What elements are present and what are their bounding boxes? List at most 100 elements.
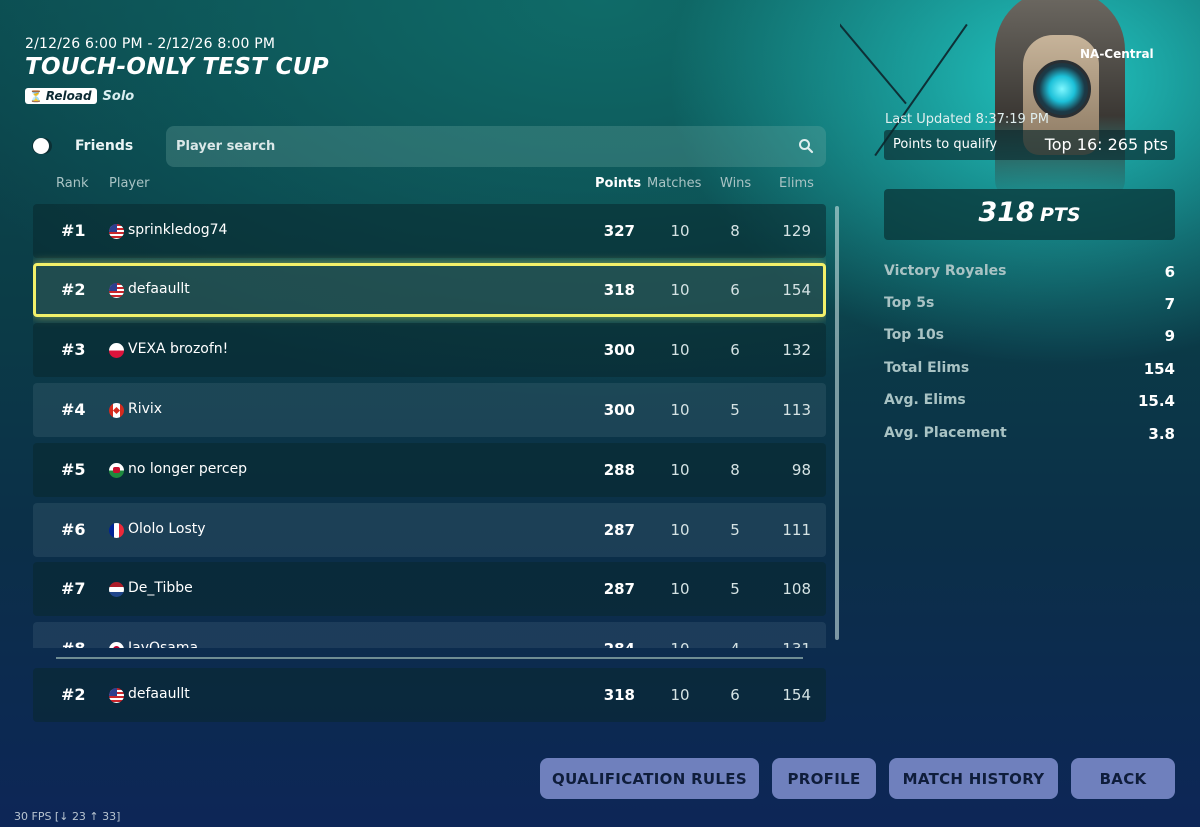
- row-elims: 132: [782, 341, 811, 359]
- flag-fr-icon: [109, 523, 124, 538]
- team-size-label: Solo: [102, 88, 135, 104]
- row-matches: 10: [670, 686, 690, 704]
- character-mask-icon: [1033, 60, 1091, 118]
- stat-avg-elims: Avg. Elims 15.4: [884, 392, 1175, 414]
- friends-label: Friends: [75, 138, 134, 154]
- stat-top-5s: Top 5s 7: [884, 295, 1175, 317]
- row-rank: #7: [61, 579, 86, 598]
- stat-value: 7: [1164, 295, 1175, 313]
- character-art: [840, 0, 1200, 190]
- row-elims: 154: [782, 686, 811, 704]
- total-points-box: 318 PTS: [884, 189, 1175, 240]
- qualify-value: Top 16: 265 pts: [1044, 135, 1168, 154]
- flag-wales-icon: [109, 463, 124, 478]
- search-input[interactable]: [176, 126, 776, 167]
- row-points: 300: [603, 401, 635, 419]
- row-rank: #1: [61, 221, 86, 240]
- mode-badge: ⏳ Reload: [25, 88, 97, 104]
- row-player-name: VEXA brozofn!: [128, 341, 229, 357]
- row-wins: 5: [730, 521, 740, 539]
- region-label: NA-Central: [1080, 47, 1154, 61]
- row-points: 287: [603, 580, 635, 598]
- row-player-name: defaaullt: [128, 281, 190, 297]
- row-points: 327: [603, 222, 635, 240]
- mode-badge-label: Reload: [45, 89, 92, 103]
- event-date-range: 2/12/26 6:00 PM - 2/12/26 8:00 PM: [25, 36, 276, 52]
- row-elims: 154: [782, 281, 811, 299]
- flag-ca-icon: [109, 403, 124, 418]
- player-search[interactable]: [166, 126, 826, 167]
- leaderboard-row[interactable]: #8 JayOsama 284 10 4 131: [33, 622, 826, 648]
- row-player-name: Rivix: [128, 401, 163, 417]
- row-wins: 5: [730, 401, 740, 419]
- row-points: 318: [603, 686, 635, 704]
- row-wins: 8: [730, 461, 740, 479]
- last-updated: Last Updated 8:37:19 PM: [885, 112, 1049, 127]
- leaderboard-row[interactable]: #3 VEXA brozofn! 300 10 6 132: [33, 323, 826, 377]
- column-header-points[interactable]: Points: [595, 176, 641, 191]
- column-header-matches[interactable]: Matches: [647, 176, 701, 191]
- stat-label: Avg. Placement: [884, 425, 1007, 441]
- match-history-button[interactable]: MATCH HISTORY: [889, 758, 1058, 799]
- row-player-name: JayOsama: [128, 640, 199, 648]
- self-leaderboard-row[interactable]: #2 defaaullt 318 10 6 154: [33, 668, 826, 722]
- flag-nl-icon: [109, 582, 124, 597]
- leaderboard-row[interactable]: #6 Ololo Losty 287 10 5 111: [33, 503, 826, 557]
- stat-label: Avg. Elims: [884, 392, 966, 408]
- leaderboard-row-selected[interactable]: #2 defaaullt 318 10 6 154: [33, 263, 826, 317]
- stat-avg-placement: Avg. Placement 3.8: [884, 425, 1175, 447]
- row-matches: 10: [670, 461, 690, 479]
- friends-toggle[interactable]: [32, 138, 52, 154]
- row-matches: 10: [660, 640, 700, 648]
- row-matches: 10: [670, 401, 690, 419]
- qualification-rules-button[interactable]: QUALIFICATION RULES: [540, 758, 759, 799]
- leaderboard-row[interactable]: #5 no longer percep 288 10 8 98: [33, 443, 826, 497]
- row-points: 284: [593, 640, 635, 648]
- flag-us-icon: [109, 283, 124, 298]
- row-rank: #5: [61, 460, 86, 479]
- back-button[interactable]: BACK: [1071, 758, 1175, 799]
- row-player-name: Ololo Losty: [128, 521, 206, 537]
- total-points-value: 318: [978, 197, 1035, 228]
- column-header-player: Player: [109, 176, 150, 191]
- row-points: 300: [603, 341, 635, 359]
- flag-pl-icon: [109, 343, 124, 358]
- stat-label: Victory Royales: [884, 263, 1007, 279]
- search-icon[interactable]: [798, 138, 814, 154]
- self-row-container: #2 defaaullt 318 10 6 154: [33, 668, 826, 722]
- row-points: 288: [603, 461, 635, 479]
- row-wins: 8: [730, 222, 740, 240]
- leaderboard-row[interactable]: #1 sprinkledog74 327 10 8 129: [33, 204, 826, 258]
- row-elims: 111: [782, 521, 811, 539]
- row-rank: #3: [61, 340, 86, 359]
- column-header-elims[interactable]: Elims: [779, 176, 814, 191]
- row-elims: 108: [782, 580, 811, 598]
- row-player-name: defaaullt: [128, 686, 190, 702]
- row-wins: 4: [720, 640, 750, 648]
- row-wins: 6: [730, 281, 740, 299]
- divider: [56, 657, 803, 659]
- flag-jp-icon: [109, 642, 124, 648]
- row-elims: 98: [791, 461, 811, 479]
- scrollbar-thumb[interactable]: [835, 206, 839, 640]
- qualify-label: Points to qualify: [893, 137, 998, 152]
- row-wins: 6: [730, 686, 740, 704]
- leaderboard-row[interactable]: #7 De_Tibbe 287 10 5 108: [33, 562, 826, 616]
- fps-counter: 30 FPS [↓ 23 ↑ 33]: [14, 810, 121, 823]
- row-elims: 129: [782, 222, 811, 240]
- leaderboard-list[interactable]: #1 sprinkledog74 327 10 8 129 #2 defaaul…: [33, 204, 826, 648]
- leaderboard-row[interactable]: #4 Rivix 300 10 5 113: [33, 383, 826, 437]
- stat-value: 6: [1164, 263, 1175, 281]
- flag-us-icon: [109, 224, 124, 239]
- profile-button[interactable]: PROFILE: [772, 758, 876, 799]
- stat-value: 9: [1164, 327, 1175, 345]
- stat-value: 15.4: [1137, 392, 1175, 410]
- column-header-wins[interactable]: Wins: [720, 176, 751, 191]
- row-player-name: De_Tibbe: [128, 580, 193, 596]
- stat-label: Total Elims: [884, 360, 970, 376]
- row-wins: 5: [730, 580, 740, 598]
- row-matches: 10: [670, 580, 690, 598]
- row-matches: 10: [670, 222, 690, 240]
- total-points-unit: PTS: [1039, 204, 1081, 226]
- row-rank: #4: [61, 400, 86, 419]
